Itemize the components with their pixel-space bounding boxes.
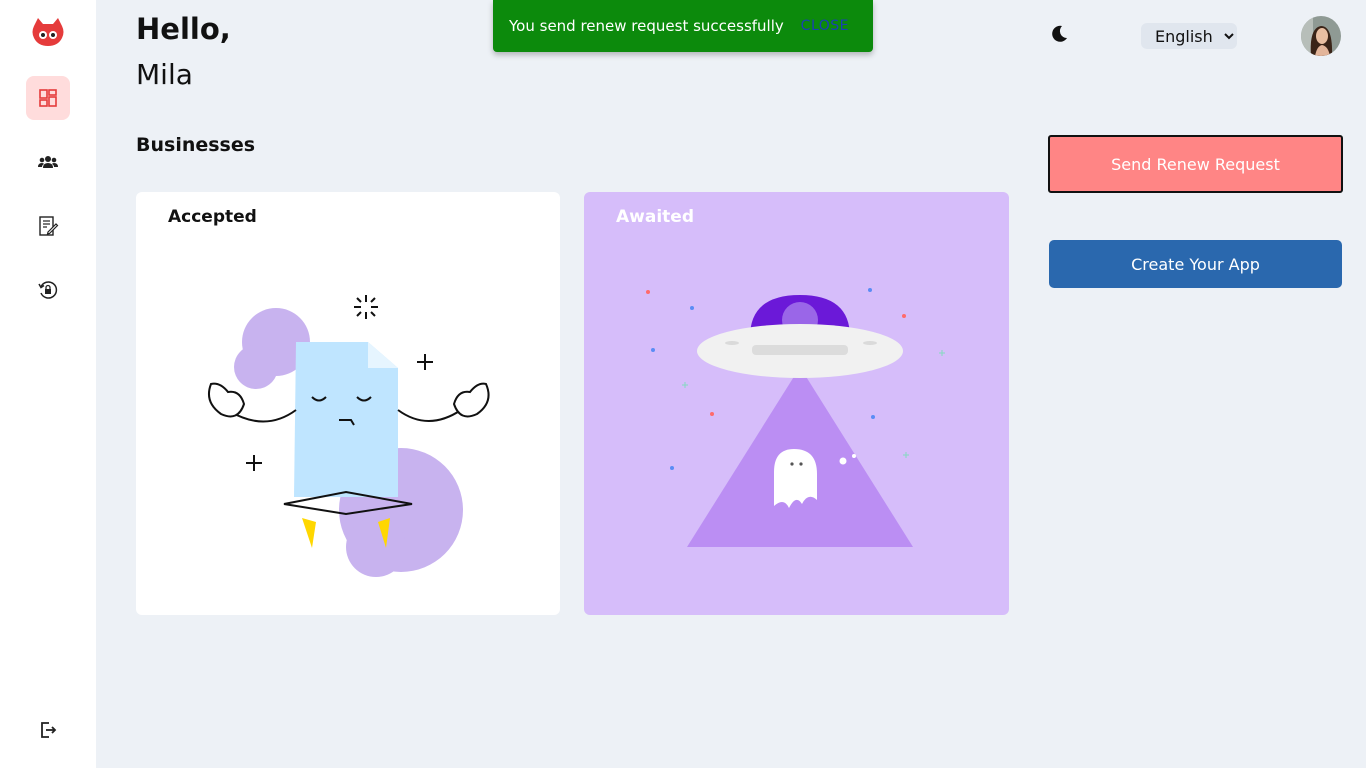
ufo-ghost-illustration	[646, 288, 945, 547]
sidebar-item-dashboard[interactable]	[26, 76, 70, 120]
logout-button[interactable]	[26, 708, 70, 752]
sidebar-item-users[interactable]	[26, 140, 70, 184]
create-your-app-button[interactable]: Create Your App	[1049, 240, 1342, 288]
sidebar-item-renew[interactable]	[26, 268, 70, 312]
greeting-name: Mila	[136, 58, 193, 91]
logout-icon	[41, 722, 57, 738]
logo-icon[interactable]	[31, 16, 65, 48]
dashboard-icon	[39, 89, 57, 107]
sidebar-item-requests[interactable]	[26, 204, 70, 248]
card-accepted-label: Accepted	[168, 207, 257, 227]
document-edit-icon	[39, 216, 59, 236]
moon-icon[interactable]	[1048, 23, 1070, 45]
card-awaited[interactable]: Awaited	[584, 192, 1009, 615]
snackbar-close-button[interactable]: CLOSE	[801, 18, 849, 34]
user-avatar-icon	[1301, 16, 1341, 56]
section-title: Businesses	[136, 134, 256, 156]
card-accepted[interactable]: Accepted	[136, 192, 560, 615]
meditating-document-illustration	[208, 295, 490, 577]
card-awaited-label: Awaited	[616, 207, 694, 227]
snackbar-message: You send renew request successfully	[509, 17, 784, 35]
users-icon	[38, 156, 58, 168]
success-snackbar: You send renew request successfully CLOS…	[493, 0, 873, 52]
sidebar	[0, 0, 96, 768]
lock-rotate-icon	[38, 281, 58, 299]
send-renew-request-button[interactable]: Send Renew Request	[1048, 135, 1343, 193]
greeting-hello: Hello,	[136, 12, 231, 46]
language-select[interactable]: English	[1141, 23, 1237, 49]
avatar[interactable]	[1301, 16, 1341, 56]
